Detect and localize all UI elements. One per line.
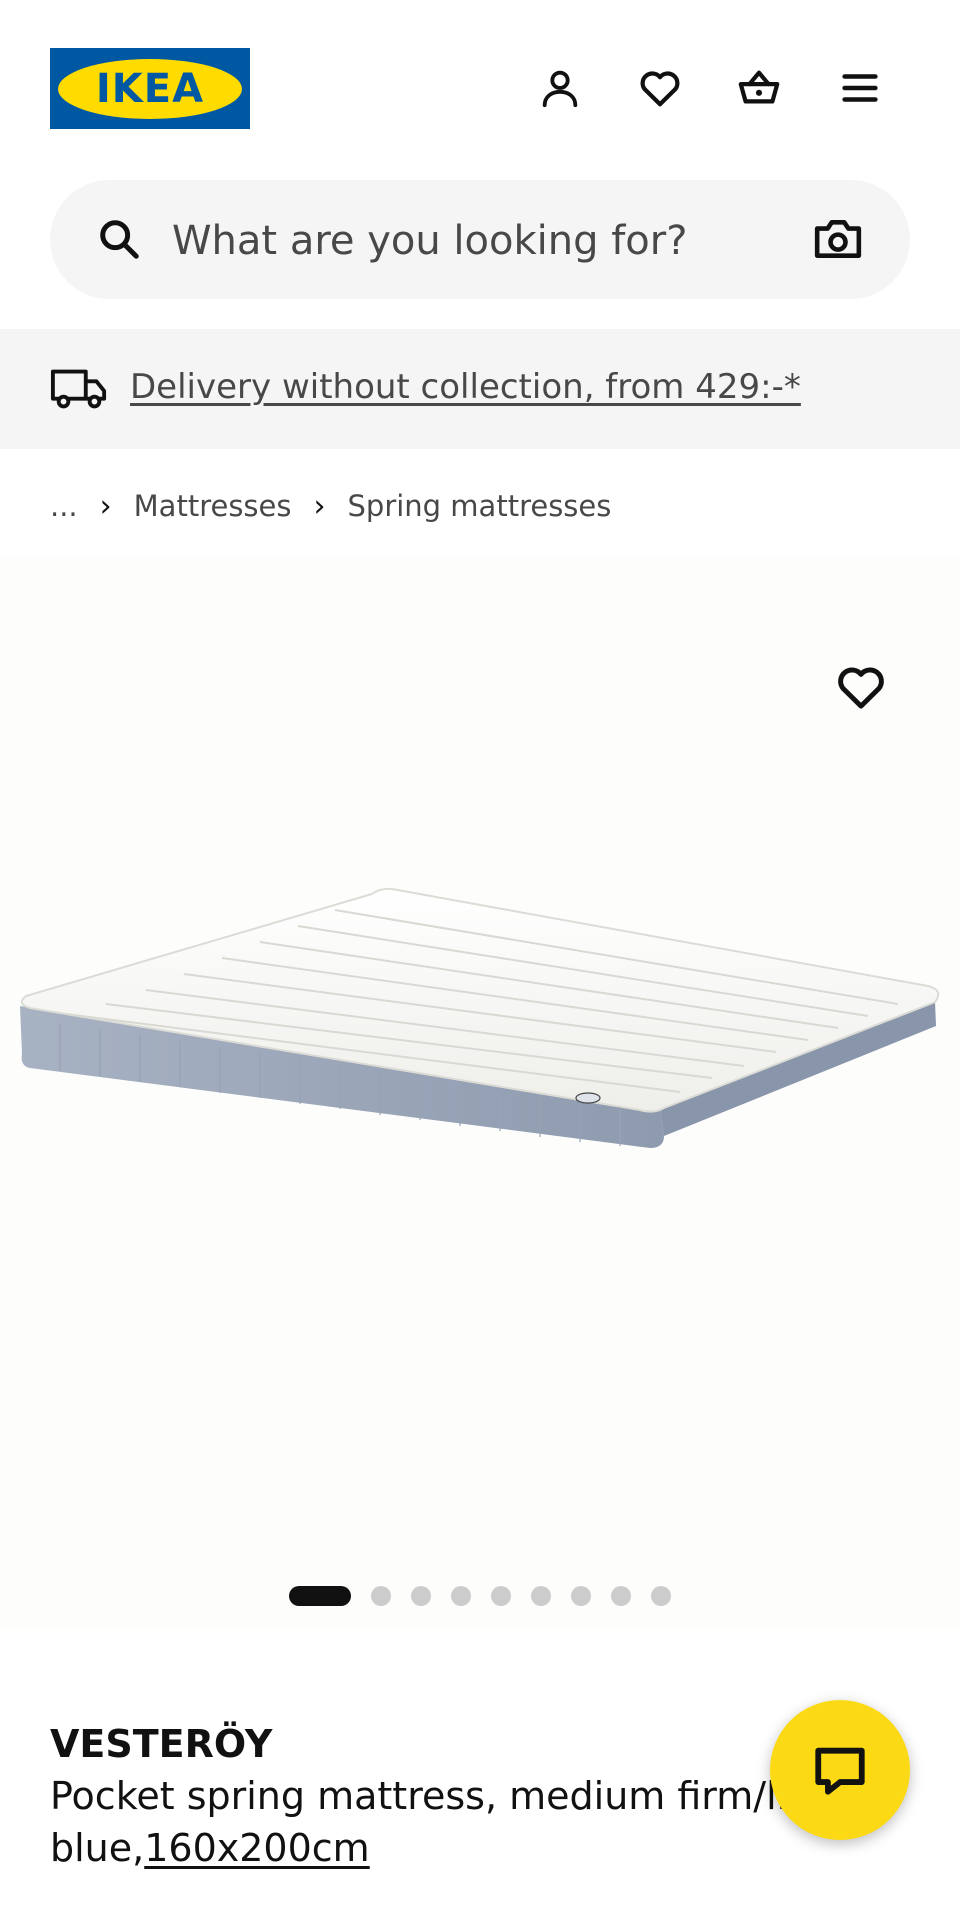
basket-icon[interactable] <box>735 64 783 112</box>
truck-icon <box>50 369 107 409</box>
delivery-banner: Delivery without collection, from 429:-* <box>0 329 960 449</box>
product-name: VESTERÖY <box>50 1722 273 1766</box>
chevron-right-icon: › <box>99 488 112 524</box>
menu-icon[interactable] <box>836 64 884 112</box>
gallery-dot[interactable] <box>531 1586 551 1606</box>
breadcrumb-item-spring-mattresses[interactable]: Spring mattresses <box>348 489 612 523</box>
delivery-link[interactable]: Delivery without collection, from 429:-* <box>130 367 801 407</box>
gallery-dot[interactable] <box>651 1586 671 1606</box>
product-size-link[interactable]: 160x200cm <box>144 1826 369 1870</box>
breadcrumb-item-mattresses[interactable]: Mattresses <box>134 489 292 523</box>
camera-icon[interactable] <box>813 216 863 262</box>
search-bar[interactable] <box>50 180 910 299</box>
search-icon[interactable] <box>96 216 142 262</box>
chevron-right-icon: › <box>313 488 326 524</box>
logo-oval: IKEA <box>58 58 242 119</box>
breadcrumb-ellipsis[interactable]: ... <box>50 489 78 523</box>
heart-icon[interactable] <box>636 64 684 112</box>
gallery-dot[interactable] <box>571 1586 591 1606</box>
logo-text: IKEA <box>95 65 205 112</box>
gallery-dot[interactable] <box>491 1586 511 1606</box>
profile-icon[interactable] <box>536 64 584 112</box>
gallery-dot-active[interactable] <box>289 1586 351 1606</box>
product-image-gallery[interactable] <box>0 556 960 1630</box>
favourite-heart-icon[interactable] <box>834 660 888 714</box>
header: IKEA <box>0 0 960 170</box>
chat-button[interactable] <box>770 1700 910 1840</box>
ikea-logo[interactable]: IKEA <box>50 48 250 129</box>
search-input[interactable] <box>170 202 734 279</box>
gallery-pagination <box>0 1584 960 1608</box>
gallery-dot[interactable] <box>611 1586 631 1606</box>
breadcrumb: ... › Mattresses › Spring mattresses <box>50 486 611 526</box>
gallery-dot[interactable] <box>411 1586 431 1606</box>
gallery-dot[interactable] <box>371 1586 391 1606</box>
chat-bubble-icon <box>815 1747 865 1795</box>
mattress-image <box>20 887 940 1148</box>
gallery-dot[interactable] <box>451 1586 471 1606</box>
